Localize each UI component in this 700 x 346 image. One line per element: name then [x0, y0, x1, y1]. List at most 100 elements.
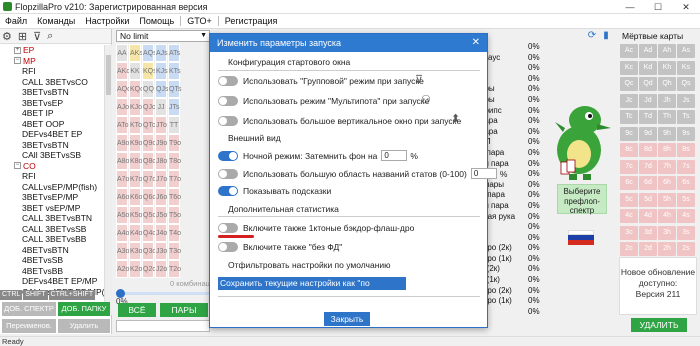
hand-cell[interactable]: JTs — [168, 98, 180, 116]
hand-cell[interactable]: K6o — [129, 188, 142, 206]
tree-item[interactable]: 4BET IP — [0, 108, 104, 119]
collapse-icon[interactable]: − — [14, 162, 21, 170]
tree-item[interactable]: DEFvs4BET EP/MP — [0, 276, 104, 287]
hand-cell[interactable]: Q5o — [142, 206, 156, 224]
dead-card[interactable]: 2s — [677, 242, 695, 256]
toggle-switch[interactable] — [218, 150, 238, 161]
tree-item[interactable]: CALLvsEP/MP(fish) — [0, 182, 104, 193]
hand-cell[interactable]: J5o — [155, 206, 167, 224]
hand-cell[interactable]: K2o — [129, 260, 142, 278]
stat-row[interactable]: 0% — [480, 74, 540, 85]
rename-button[interactable]: Переименов. — [2, 319, 56, 333]
stat-row[interactable]: ары0% — [480, 95, 540, 106]
option-big-stats[interactable]: Использовать большую область названий ст… — [218, 168, 507, 179]
hand-cell[interactable]: T8o — [168, 152, 181, 170]
option-multipot-mode[interactable]: Использовать режим "Мультипота" при запу… — [218, 96, 429, 106]
hand-cell[interactable]: AJo — [116, 98, 129, 116]
dead-card[interactable]: 6c — [620, 176, 638, 190]
hand-cell[interactable]: T4o — [168, 224, 181, 242]
tree-item[interactable]: 3BETvsEP/MP — [0, 192, 104, 203]
select-all-button[interactable]: ВСЁ — [118, 303, 156, 317]
stat-row[interactable]: я пара 0% — [480, 148, 540, 159]
dead-card[interactable]: 8h — [658, 143, 676, 157]
tree-item[interactable]: 4BET OOP — [0, 119, 104, 130]
dead-card[interactable]: Ah — [658, 44, 676, 58]
matrix-input[interactable] — [116, 320, 210, 332]
tree-item[interactable]: 3BETvsBTN — [0, 140, 104, 151]
stat-row[interactable]: 0% — [480, 222, 540, 233]
tree-item[interactable]: 3BETvsBTN — [0, 87, 104, 98]
toggle-switch[interactable] — [218, 186, 238, 196]
hand-cell[interactable]: T3o — [168, 242, 181, 260]
add-folder-button[interactable]: ДОБ. ПАПКУ — [58, 302, 110, 316]
dead-card[interactable]: Td — [639, 110, 657, 124]
toggle-switch[interactable] — [218, 96, 238, 106]
menu-commands[interactable]: Команды — [32, 16, 80, 26]
hand-cell[interactable]: ATo — [116, 116, 129, 134]
hand-cell[interactable]: J2o — [155, 260, 167, 278]
dead-card[interactable]: Ts — [677, 110, 695, 124]
search-icon[interactable]: ⌕ — [47, 30, 53, 43]
dead-card[interactable]: 6s — [677, 176, 695, 190]
toggle-switch[interactable] — [218, 242, 238, 252]
dead-card[interactable]: 7d — [639, 159, 657, 174]
tree-item[interactable]: 3BET vsEP/MP — [0, 203, 104, 214]
menu-settings[interactable]: Настройки — [80, 16, 134, 26]
hand-cell[interactable]: A4o — [116, 224, 129, 242]
hand-cell[interactable]: Q4o — [142, 224, 156, 242]
hand-cell[interactable]: AJs — [155, 44, 168, 62]
option-night-mode[interactable]: Ночной режим: Затемнить фон на 0 % — [218, 150, 418, 161]
dead-card[interactable]: Ks — [677, 60, 695, 75]
stat-row[interactable]: стая рука 0% — [480, 212, 540, 223]
hand-cell[interactable]: T5o — [168, 206, 181, 224]
tree-item[interactable]: CALL 3BETvsBTN — [0, 213, 104, 224]
dead-card[interactable]: 7s — [677, 159, 695, 174]
hand-cell[interactable]: J6o — [155, 188, 167, 206]
dead-card[interactable]: Qs — [677, 77, 695, 91]
dead-card[interactable]: Kd — [639, 60, 657, 75]
stat-row[interactable]: -дро (1к) 0% — [480, 254, 540, 265]
stat-row[interactable]: 0% — [480, 233, 540, 244]
hand-cell[interactable]: J4o — [155, 224, 167, 242]
stat-row[interactable]: 0% — [480, 63, 540, 74]
toggle-switch[interactable] — [218, 223, 238, 233]
dead-card[interactable]: Js — [677, 93, 695, 108]
hand-cell[interactable]: A8o — [116, 152, 129, 170]
hand-cell[interactable]: JTo — [155, 116, 167, 134]
hand-cell[interactable]: K5o — [129, 206, 142, 224]
select-preflop-spectrum-button[interactable]: Выберите префлоп-спектр — [557, 184, 607, 215]
stat-row[interactable]: ая пара 0% — [480, 201, 540, 212]
hand-cell[interactable]: QTo — [142, 116, 156, 134]
stat-row[interactable]: е (2к) 0% — [480, 264, 540, 275]
hand-cell[interactable]: KK — [129, 62, 141, 80]
filter-icon[interactable]: ⊽ — [33, 30, 41, 43]
stat-row[interactable]: -Хаус 0% — [480, 53, 540, 64]
russian-flag-icon[interactable] — [568, 230, 594, 245]
dead-card[interactable]: 2h — [658, 242, 676, 256]
stat-row[interactable]: е (1к) 0% — [480, 275, 540, 286]
tree-item[interactable]: CALL 3BETvsCO — [0, 77, 104, 88]
tree-item[interactable]: 4BETvsBTN — [0, 245, 104, 256]
hand-cell[interactable]: ATs — [168, 44, 180, 62]
hand-cell[interactable]: AQs — [142, 44, 157, 62]
stat-row[interactable]: пара 0% — [480, 116, 540, 127]
hand-cell[interactable]: T2o — [168, 260, 181, 278]
dead-card[interactable]: 5c — [620, 192, 638, 207]
dead-card[interactable]: 5h — [658, 192, 676, 207]
hand-cell[interactable]: A5o — [116, 206, 129, 224]
hand-cell[interactable]: Q2o — [142, 260, 156, 278]
stat-row[interactable]: т. пара 0% — [480, 190, 540, 201]
bar-chart-icon[interactable]: ▮ — [600, 30, 612, 42]
dead-card[interactable]: 9c — [620, 126, 638, 141]
hand-cell[interactable]: KTo — [129, 116, 142, 134]
hand-cell[interactable]: A6o — [116, 188, 129, 206]
grid-icon[interactable]: ⊞ — [18, 30, 27, 43]
refresh-icon[interactable]: ⟳ — [586, 30, 598, 42]
dead-card[interactable]: 9d — [639, 126, 657, 141]
hand-cell[interactable]: Q9o — [142, 134, 156, 152]
hand-cell[interactable]: A9o — [116, 134, 129, 152]
dead-card[interactable]: Jc — [620, 93, 638, 108]
hand-cell[interactable]: JJ — [155, 98, 167, 116]
dead-card[interactable]: 9h — [658, 126, 676, 141]
toggle-switch[interactable] — [218, 76, 238, 86]
